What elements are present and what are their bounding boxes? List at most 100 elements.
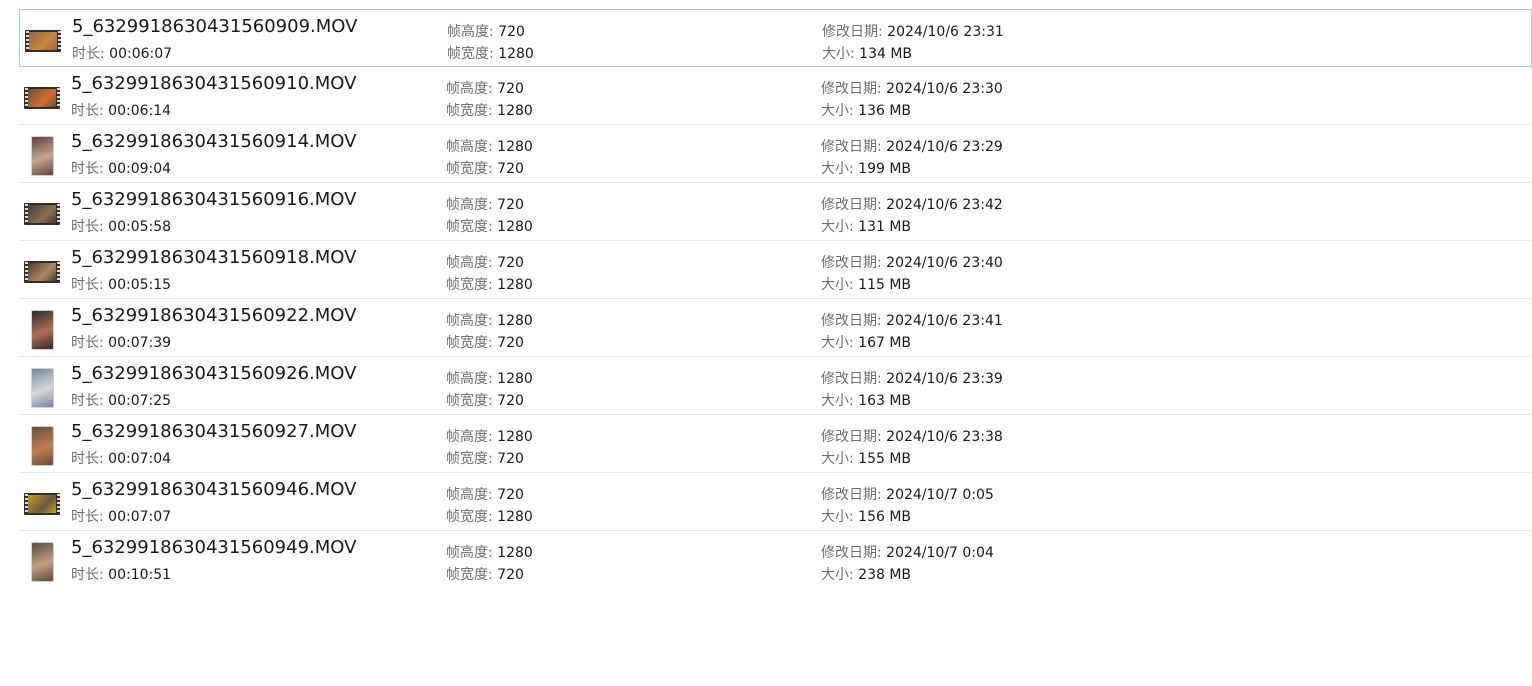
video-thumbnail-icon [23,369,61,407]
file-size-field-value: 136 MB [858,103,912,119]
file-size-field-label: 大小: [821,567,854,583]
frame-width-field-label: 帧宽度: [446,277,493,293]
modified-date-field-value: 2024/10/6 23:31 [887,24,1004,40]
duration-field-label: 时长: [71,219,104,235]
duration-field-value: 00:07:39 [108,335,172,351]
frame-height-field-label: 帧高度: [446,371,493,387]
file-row[interactable]: 5_6329918630431560949.MOV 时长: 00:10:51 帧高度… [19,531,1532,589]
duration-field: 时长: 00:05:15 [71,274,171,294]
frame-width-field: 帧宽度: 720 [446,564,524,584]
frame-width-field-label: 帧宽度: [446,567,493,583]
file-size-field-label: 大小: [821,103,854,119]
file-size-field: 大小: 155 MB [821,448,911,468]
file-row[interactable]: 5_6329918630431560927.MOV 时长: 00:07:04 帧高度… [19,415,1532,473]
modified-date-field: 修改日期: 2024/10/7 0:04 [821,542,994,562]
frame-height-field-value: 1280 [497,429,533,445]
video-thumbnail-icon [23,195,61,233]
video-thumbnail-icon [23,543,61,581]
frame-height-field: 帧高度: 720 [446,194,524,214]
modified-date-field: 修改日期: 2024/10/6 23:41 [821,310,1003,330]
file-name: 5_6329918630431560914.MOV [71,131,357,152]
modified-date-field-label: 修改日期: [821,371,882,387]
file-size-field-value: 131 MB [858,219,912,235]
frame-width-field-value: 1280 [497,277,533,293]
frame-height-field-label: 帧高度: [446,197,493,213]
modified-date-field-label: 修改日期: [821,197,882,213]
file-size-field-label: 大小: [821,277,854,293]
duration-field: 时长: 00:07:25 [71,390,171,410]
file-row[interactable]: 5_6329918630431560916.MOV 时长: 00:05:58 帧高度… [19,183,1532,241]
frame-width-field-value: 1280 [497,103,533,119]
modified-date-field-label: 修改日期: [821,545,882,561]
file-size-field-value: 167 MB [858,335,912,351]
file-size-field-value: 163 MB [858,393,912,409]
frame-height-field: 帧高度: 1280 [446,542,533,562]
file-row[interactable]: 5_6329918630431560918.MOV 时长: 00:05:15 帧高度… [19,241,1532,299]
frame-width-field-value: 720 [497,161,524,177]
duration-field-value: 00:07:07 [108,509,172,525]
file-row[interactable]: 5_6329918630431560946.MOV 时长: 00:07:07 帧高度… [19,473,1532,531]
frame-height-field: 帧高度: 720 [446,484,524,504]
duration-field: 时长: 00:05:58 [71,216,171,236]
modified-date-field-value: 2024/10/7 0:04 [886,545,994,561]
duration-field-value: 00:09:04 [108,161,172,177]
file-size-field: 大小: 115 MB [821,274,911,294]
modified-date-field-value: 2024/10/6 23:42 [886,197,1003,213]
file-name: 5_6329918630431560927.MOV [71,421,357,442]
frame-width-field-label: 帧宽度: [446,103,493,119]
frame-width-field-value: 720 [497,393,524,409]
file-name: 5_6329918630431560946.MOV [71,479,357,500]
file-size-field-label: 大小: [821,219,854,235]
file-name: 5_6329918630431560949.MOV [71,537,357,558]
frame-height-field-value: 720 [497,81,524,97]
file-row[interactable]: 5_6329918630431560914.MOV 时长: 00:09:04 帧高度… [19,125,1532,183]
file-size-field: 大小: 156 MB [821,506,911,526]
duration-field-value: 00:07:25 [108,393,172,409]
file-name: 5_6329918630431560922.MOV [71,305,357,326]
file-row[interactable]: 5_6329918630431560909.MOV 时长: 00:06:07 帧高度… [19,9,1532,67]
modified-date-field-label: 修改日期: [821,81,882,97]
frame-height-field-value: 1280 [497,139,533,155]
frame-height-field: 帧高度: 1280 [446,426,533,446]
duration-field: 时长: 00:07:07 [71,506,171,526]
frame-width-field: 帧宽度: 1280 [446,274,533,294]
frame-height-field-value: 1280 [497,545,533,561]
frame-height-field-label: 帧高度: [446,545,493,561]
file-name: 5_6329918630431560910.MOV [71,73,357,94]
file-size-field-value: 155 MB [858,451,912,467]
frame-width-field: 帧宽度: 720 [446,390,524,410]
duration-field: 时长: 00:06:14 [71,100,171,120]
duration-field-value: 00:07:04 [108,451,172,467]
file-size-field-label: 大小: [821,161,854,177]
file-row[interactable]: 5_6329918630431560922.MOV 时长: 00:07:39 帧高度… [19,299,1532,357]
modified-date-field-label: 修改日期: [821,313,882,329]
frame-width-field: 帧宽度: 1280 [446,100,533,120]
frame-height-field-value: 720 [497,197,524,213]
file-row[interactable]: 5_6329918630431560910.MOV 时长: 00:06:14 帧高度… [19,67,1532,125]
file-name: 5_6329918630431560909.MOV [72,16,358,37]
frame-width-field: 帧宽度: 720 [446,158,524,178]
modified-date-field-label: 修改日期: [821,429,882,445]
frame-width-field-label: 帧宽度: [446,161,493,177]
frame-height-field-label: 帧高度: [446,255,493,271]
file-size-field: 大小: 167 MB [821,332,911,352]
frame-width-field-label: 帧宽度: [446,451,493,467]
modified-date-field-label: 修改日期: [821,487,882,503]
modified-date-field-value: 2024/10/6 23:29 [886,139,1003,155]
duration-field-label: 时长: [71,103,104,119]
modified-date-field: 修改日期: 2024/10/7 0:05 [821,484,994,504]
frame-height-field-label: 帧高度: [446,313,493,329]
frame-width-field: 帧宽度: 1280 [446,216,533,236]
modified-date-field: 修改日期: 2024/10/6 23:40 [821,252,1003,272]
file-row[interactable]: 5_6329918630431560926.MOV 时长: 00:07:25 帧高度… [19,357,1532,415]
video-thumbnail-icon [23,79,61,117]
file-size-field: 大小: 136 MB [821,100,911,120]
duration-field-label: 时长: [71,567,104,583]
file-size-field-value: 156 MB [858,509,912,525]
file-size-field-label: 大小: [821,393,854,409]
video-thumbnail-icon [24,22,62,60]
frame-height-field-value: 720 [498,24,525,40]
modified-date-field-value: 2024/10/6 23:30 [886,81,1003,97]
duration-field-value: 00:06:14 [108,103,172,119]
video-thumbnail-icon [23,311,61,349]
